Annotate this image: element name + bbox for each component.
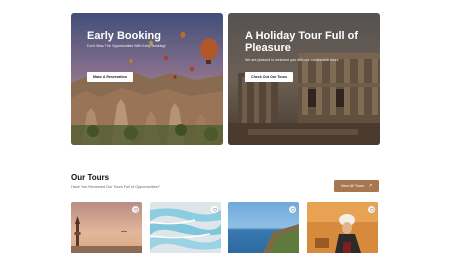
- heart-icon: [212, 207, 217, 212]
- heart-icon: [290, 207, 295, 212]
- favorite-button[interactable]: [289, 206, 296, 213]
- make-reservation-button[interactable]: Make A Reservation: [87, 72, 133, 82]
- arrow-up-right-icon: ↗: [368, 182, 373, 189]
- favorite-button[interactable]: [368, 206, 375, 213]
- favorite-button[interactable]: [132, 206, 139, 213]
- hero-left-subtitle: Don't Miss The Opportunities With Early …: [87, 44, 166, 48]
- tour-card-pamukkale[interactable]: [150, 202, 221, 253]
- tour-card-painting[interactable]: [307, 202, 378, 253]
- view-all-tours-label: View All Tours: [340, 184, 365, 188]
- check-out-tours-button[interactable]: Check Out Our Tours: [245, 72, 294, 82]
- holiday-tour-card[interactable]: A Holiday Tour Full of Pleasure We are p…: [228, 13, 380, 145]
- tour-card-galata[interactable]: [71, 202, 142, 253]
- favorite-button[interactable]: [211, 206, 218, 213]
- tour-card-coast[interactable]: [228, 202, 299, 253]
- view-all-tours-button[interactable]: View All Tours ↗: [334, 180, 379, 192]
- heart-icon: [369, 207, 374, 212]
- tours-section-subtitle: Have You Reviewed Our Tours Full of Oppo…: [71, 185, 160, 189]
- hero-right-title: A Holiday Tour Full of Pleasure: [245, 30, 359, 54]
- hero-right-subtitle: We are pleased to welcome you with our c…: [245, 58, 339, 62]
- tours-section-title: Our Tours: [71, 173, 110, 182]
- early-booking-card[interactable]: Early Booking Don't Miss The Opportuniti…: [71, 13, 223, 145]
- hero-left-title: Early Booking: [87, 30, 161, 42]
- heart-icon: [133, 207, 138, 212]
